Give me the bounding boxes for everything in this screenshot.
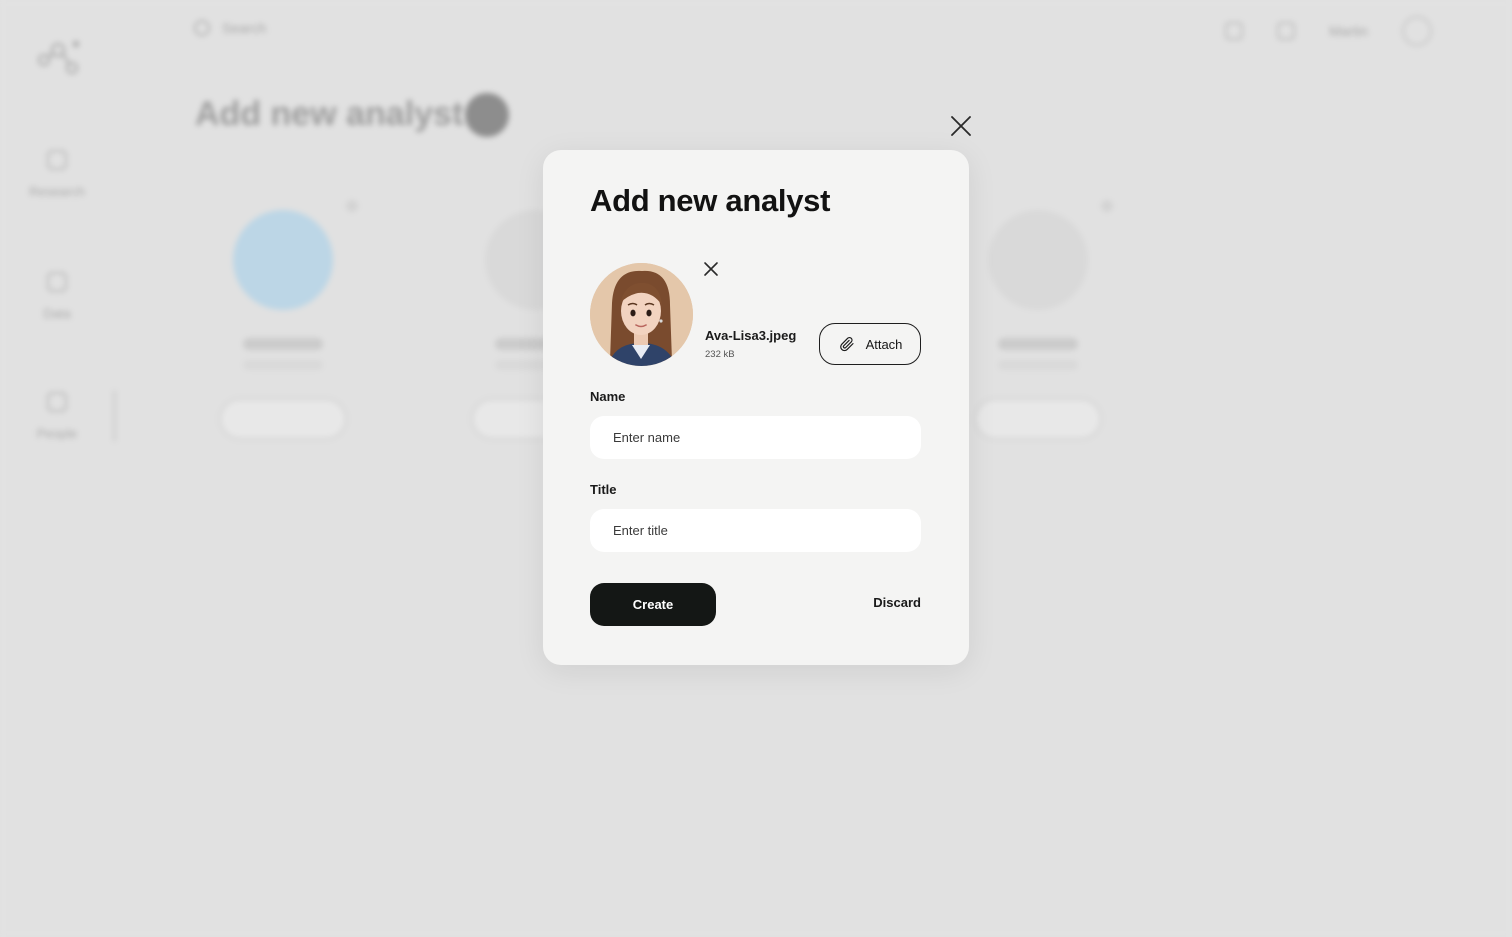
- title-label: Title: [590, 482, 617, 497]
- people-icon: [47, 392, 67, 412]
- topbar-actions: Martin: [1225, 16, 1432, 46]
- analyst-card: [953, 192, 1123, 442]
- user-name[interactable]: Martin: [1329, 23, 1368, 39]
- file-size: 232 kB: [705, 349, 735, 360]
- edit-icon[interactable]: [1277, 22, 1296, 40]
- avatar-illustration: [590, 263, 693, 366]
- remove-photo-icon[interactable]: [702, 260, 720, 278]
- name-input[interactable]: [590, 416, 921, 459]
- name-label: Name: [590, 389, 626, 404]
- data-icon: [47, 272, 67, 292]
- sidebar-active-indicator: [113, 390, 116, 442]
- file-name: Ava-Lisa3.jpeg: [705, 328, 797, 343]
- sidebar-item-label: Data: [43, 306, 71, 321]
- attach-label: Attach: [865, 336, 903, 352]
- edit-button[interactable]: [219, 398, 347, 440]
- attach-button[interactable]: Attach: [819, 323, 921, 365]
- add-button[interactable]: [465, 93, 509, 137]
- search-bar[interactable]: Search: [194, 20, 266, 36]
- logo: [38, 41, 79, 74]
- sidebar-item-people[interactable]: People: [20, 392, 94, 441]
- discard-button[interactable]: Discard: [859, 595, 921, 610]
- sidebar-item-data[interactable]: Data: [20, 272, 94, 321]
- card-name: [243, 338, 323, 350]
- analyst-card: [198, 192, 368, 442]
- user-avatar[interactable]: [1402, 16, 1432, 46]
- card-title: [998, 360, 1078, 370]
- research-icon: [47, 150, 67, 170]
- card-title: [243, 360, 323, 370]
- search-placeholder: Search: [222, 20, 267, 36]
- page-title: Add new analyst: [195, 95, 464, 133]
- sidebar-item-label: People: [36, 426, 78, 441]
- search-icon: [194, 20, 210, 36]
- edit-button[interactable]: [974, 398, 1102, 440]
- title-input[interactable]: [590, 509, 921, 552]
- sidebar-item-label: Research: [29, 184, 85, 199]
- card-menu-icon[interactable]: [346, 200, 358, 212]
- paperclip-icon: [839, 337, 854, 352]
- sidebar-item-research[interactable]: Research: [20, 150, 94, 199]
- avatar: [988, 210, 1088, 310]
- card-menu-icon[interactable]: [1101, 200, 1113, 212]
- page: Research Data People Search Martin Add n…: [0, 0, 1512, 937]
- card-name: [998, 338, 1078, 350]
- avatar: [233, 210, 333, 310]
- add-analyst-modal: Add new analyst Ava-Lisa3.jpeg 232 kB At…: [543, 150, 969, 665]
- create-button[interactable]: Create: [590, 583, 716, 626]
- avatar-preview: [590, 263, 693, 366]
- settings-icon[interactable]: [1225, 22, 1244, 40]
- close-icon[interactable]: [948, 113, 974, 139]
- modal-title: Add new analyst: [590, 183, 831, 218]
